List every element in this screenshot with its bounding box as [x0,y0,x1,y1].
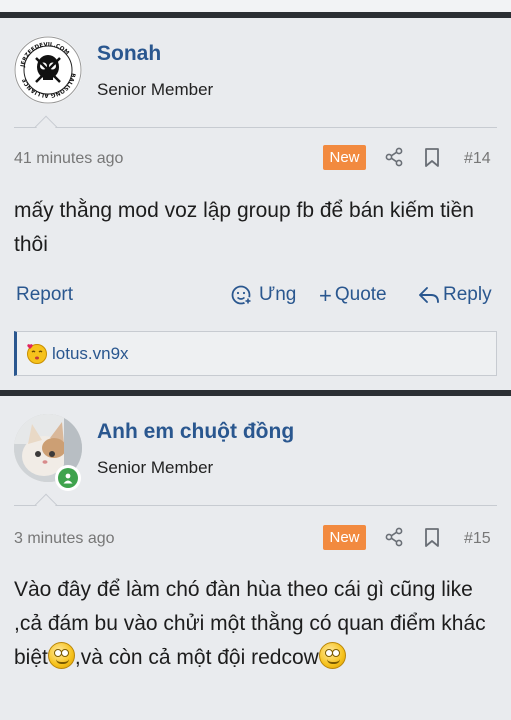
signature[interactable]: lotus.vn9x [14,331,497,376]
message-divider [14,505,497,506]
post-body: mấy thằng mod voz lập group fb để bán ki… [14,199,474,256]
reply-arrow-icon [419,287,439,303]
new-badge: New [323,525,366,550]
user-title: Senior Member [97,458,214,477]
react-button[interactable]: Ưng [231,284,296,306]
reply-button[interactable]: Reply [418,284,492,306]
post-14: JERZEEDEVIL.COM BALISONG ALLIANCE Sonah … [0,18,511,384]
smile-emoji-icon [47,642,75,669]
smile-emoji-icon [318,642,346,669]
kiss-emoji-icon [27,343,47,364]
quote-button[interactable]: + Quote [319,284,387,306]
new-badge: New [323,145,366,170]
avatar[interactable]: JERZEEDEVIL.COM BALISONG ALLIANCE [14,36,82,104]
react-icon [231,285,252,305]
message-divider [14,127,497,128]
username[interactable]: Anh em chuột đồng [97,420,294,444]
online-status-icon [55,465,81,491]
user-title: Senior Member [97,80,214,99]
post-15: Anh em chuột đồng Senior Member 3 minute… [0,396,511,720]
post-number[interactable]: #15 [464,530,491,548]
skull-logo-icon: JERZEEDEVIL.COM BALISONG ALLIANCE [14,36,82,104]
post-number[interactable]: #14 [464,150,491,168]
share-icon[interactable] [384,527,404,552]
report-link[interactable]: Report [16,284,73,306]
bookmark-icon[interactable] [424,148,440,173]
top-bar [0,0,511,12]
bookmark-icon[interactable] [424,528,440,553]
plus-icon: + [319,282,332,308]
post-time[interactable]: 41 minutes ago [14,150,123,168]
post-body: Vào đây để làm chó đàn hùa theo cái gì c… [14,578,486,669]
post-time[interactable]: 3 minutes ago [14,530,115,548]
username[interactable]: Sonah [97,42,161,66]
share-icon[interactable] [384,147,404,172]
